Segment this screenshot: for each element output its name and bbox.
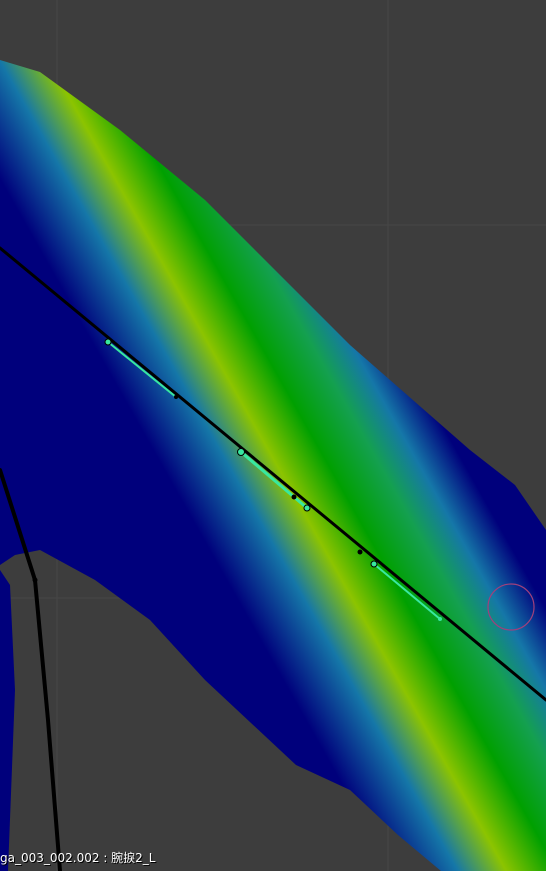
bone-joint-selected: [370, 560, 378, 568]
3d-viewport[interactable]: ga_003_002.002 : 腕捩2_L: [0, 0, 546, 871]
bone-joint: [291, 494, 297, 500]
bone-joint: [357, 549, 363, 555]
bone-joint-tail: [438, 617, 442, 621]
weight-paint-mesh[interactable]: [0, 60, 546, 871]
bone-joint: [32, 577, 38, 583]
bone-joint-selected: [303, 504, 311, 512]
bone-joint-selected: [237, 448, 245, 456]
viewport-canvas[interactable]: [0, 0, 546, 871]
weight-paint-mesh-fragment: [0, 570, 15, 871]
active-object-status: ga_003_002.002 : 腕捩2_L: [0, 851, 156, 865]
bone-joint: [174, 395, 178, 399]
bone-joint-head: [104, 338, 112, 346]
